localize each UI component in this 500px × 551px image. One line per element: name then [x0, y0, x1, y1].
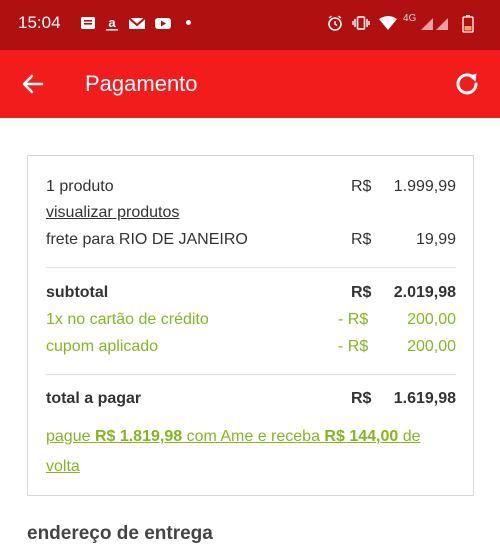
youtube-icon — [154, 15, 171, 31]
signal-icon — [420, 15, 448, 31]
refresh-icon[interactable] — [452, 69, 482, 99]
page-title: Pagamento — [85, 71, 198, 96]
status-time: 15:04 — [18, 13, 61, 32]
back-arrow-icon[interactable] — [20, 71, 46, 97]
shipping-value: 19,99 — [415, 231, 456, 248]
divider — [46, 267, 456, 268]
subtotal-currency: R$ — [351, 284, 372, 301]
app-bar: Pagamento — [0, 50, 500, 118]
products-currency: R$ — [351, 178, 372, 195]
message-icon — [80, 15, 96, 31]
wifi-icon — [378, 15, 398, 31]
ame-offer-text: pague — [46, 428, 95, 445]
total-currency: R$ — [351, 390, 372, 407]
notification-dot — [186, 20, 191, 25]
coupon-label: cupom aplicado — [46, 338, 159, 355]
divider — [46, 374, 456, 375]
ame-offer-cashback: R$ 144,00 — [324, 428, 399, 445]
products-value: 1.999,99 — [393, 178, 456, 195]
view-products-link[interactable]: visualizar produtos — [46, 204, 179, 222]
shipping-label: frete para RIO DE JANEIRO — [46, 231, 248, 248]
total-label: total a pagar — [46, 390, 142, 407]
ame-offer-text: com Ame e receba — [182, 428, 325, 445]
order-summary-card: 1 produto R$ 1.999,99 visualizar produto… — [27, 155, 474, 496]
status-bar: 15:04 a 4G — [0, 0, 500, 50]
coupon-currency: - R$ — [338, 338, 369, 355]
coupon-value: 200,00 — [407, 338, 456, 355]
delivery-section-title: endereço de entrega — [27, 523, 213, 544]
vibrate-icon — [352, 15, 370, 31]
subtotal-label: subtotal — [46, 284, 109, 301]
subtotal-value: 2.019,98 — [393, 284, 456, 301]
amazon-icon: a — [104, 15, 120, 31]
total-value: 1.619,98 — [393, 390, 456, 407]
ame-cashback-offer-link[interactable]: pague R$ 1.819,98 com Ame e receba R$ 14… — [46, 422, 456, 482]
alarm-icon — [327, 15, 343, 31]
ame-offer-amount: R$ 1.819,98 — [94, 428, 183, 445]
credit-card-discount-label: 1x no cartão de crédito — [46, 311, 209, 328]
credit-card-discount-currency: - R$ — [338, 311, 369, 328]
payment-content: 1 produto R$ 1.999,99 visualizar produto… — [0, 118, 500, 551]
svg-text:a: a — [108, 15, 116, 30]
credit-card-discount-value: 200,00 — [407, 311, 456, 328]
products-label: 1 produto — [46, 178, 114, 195]
shipping-currency: R$ — [351, 231, 372, 248]
gmail-icon — [128, 15, 146, 31]
battery-icon — [462, 15, 478, 33]
